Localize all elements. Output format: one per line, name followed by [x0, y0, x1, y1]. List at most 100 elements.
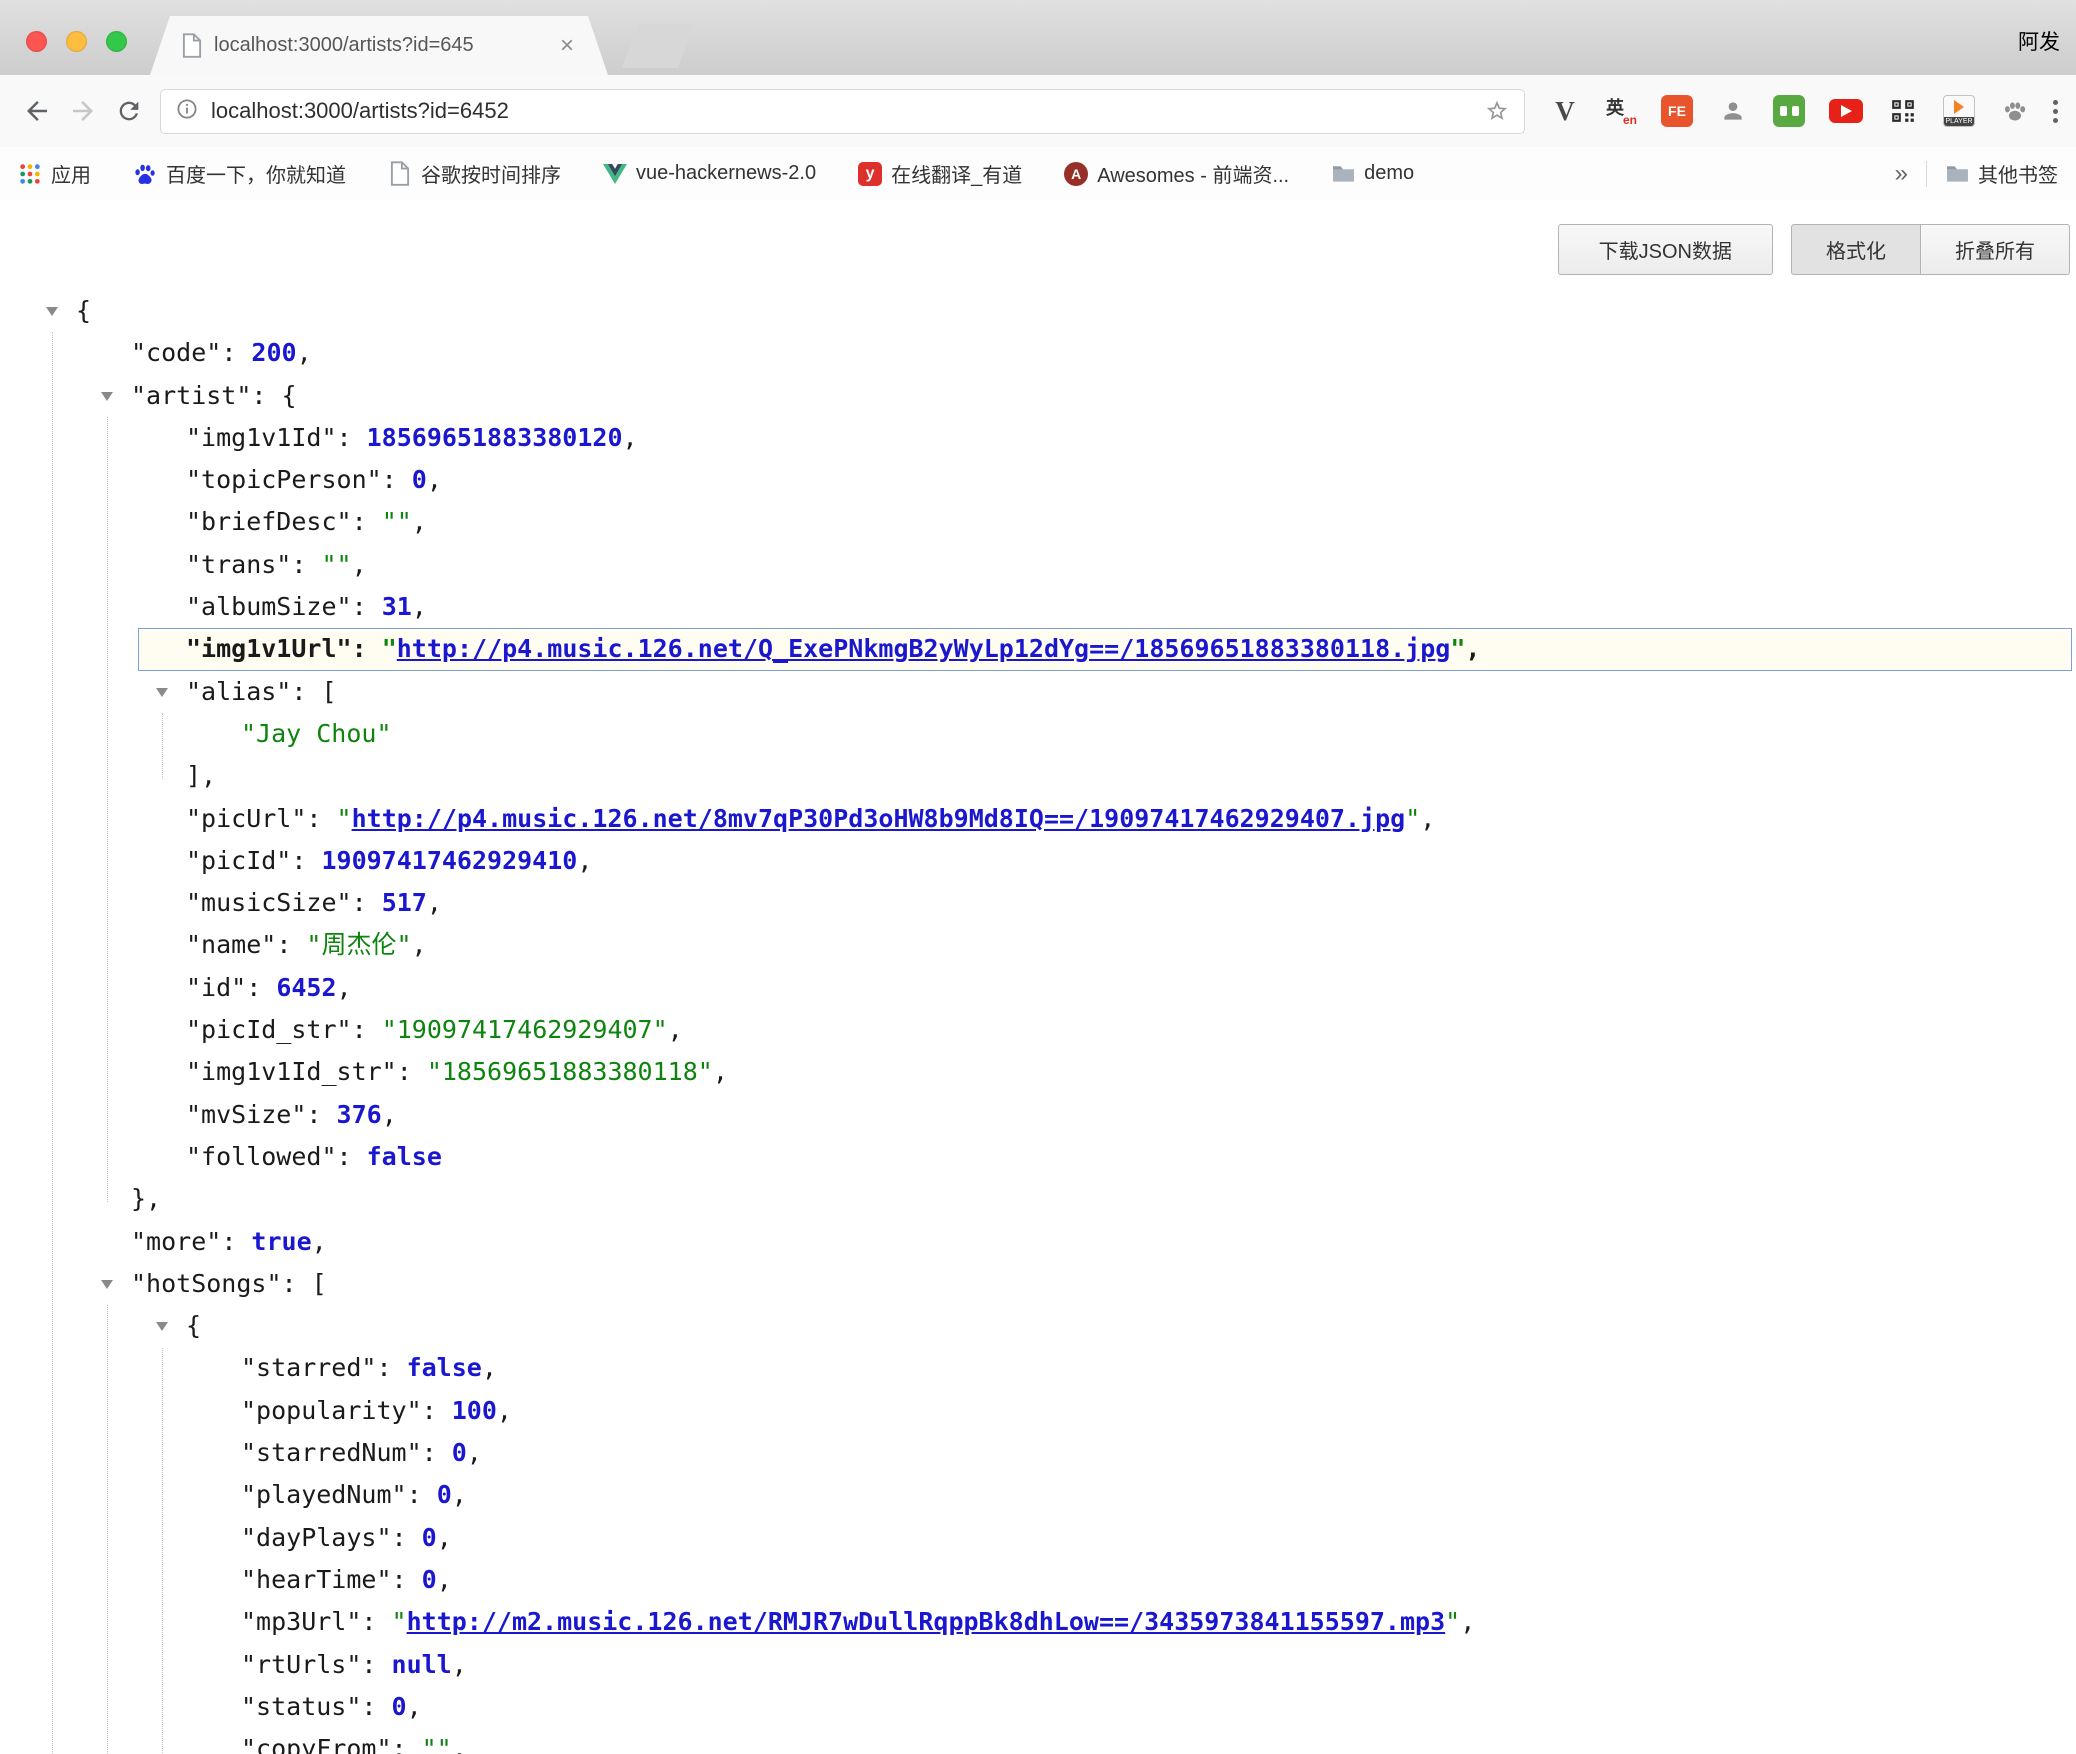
browser-tab[interactable]: localhost:3000/artists?id=645 ×: [150, 16, 608, 75]
json-token: :: [251, 381, 281, 410]
json-token: "img1v1Url": [186, 634, 352, 663]
json-token: :: [376, 1353, 406, 1382]
json-token: "picUrl": [186, 804, 306, 833]
json-url-link[interactable]: http://m2.music.126.net/RMJR7wDullRqppBk…: [407, 1607, 1446, 1636]
json-token: ,: [412, 592, 427, 621]
youdao-icon: y: [858, 162, 882, 186]
json-token: ,: [1460, 1607, 1475, 1636]
json-token: ,: [407, 1692, 422, 1721]
json-line: "playedNum": 0,: [0, 1474, 2076, 1516]
json-token: "hearTime": [241, 1565, 392, 1594]
user-extension-icon[interactable]: [1717, 95, 1749, 127]
tab-close-button[interactable]: ×: [560, 34, 574, 58]
youtube-extension-icon[interactable]: [1829, 99, 1863, 123]
download-json-button[interactable]: 下载JSON数据: [1558, 224, 1773, 275]
bookmark-item[interactable]: 应用: [18, 159, 91, 188]
back-button[interactable]: [14, 88, 60, 134]
new-tab-button[interactable]: [622, 24, 694, 68]
fehelper-extension-icon[interactable]: FE: [1661, 95, 1693, 127]
json-url-link[interactable]: http://p4.music.126.net/8mv7qP30Pd3oHW8b…: [352, 804, 1406, 833]
tab-favicon-page-icon: [182, 33, 202, 58]
json-line: "code": 200,: [0, 332, 2076, 374]
bookmark-star-icon[interactable]: [1484, 98, 1510, 124]
tampermonkey-extension-icon[interactable]: [1773, 95, 1805, 127]
json-token: "briefDesc": [186, 507, 352, 536]
bookmark-item[interactable]: vue-hackernews-2.0: [603, 162, 816, 186]
bookmarks-bar: 应用 百度一下，你就知道 谷歌按时间排序 vue-hackernews-2.0 y 在线翻…: [0, 147, 2076, 200]
json-token: 0: [452, 1438, 467, 1467]
window-controls: [26, 31, 127, 52]
bookmark-item[interactable]: y 在线翻译_有道: [858, 159, 1022, 188]
json-line: "rtUrls": null,: [0, 1644, 2076, 1686]
json-token: :: [361, 1607, 391, 1636]
reload-button[interactable]: [106, 88, 152, 134]
json-url-link[interactable]: http://p4.music.126.net/Q_ExePNkmgB2yWyL…: [397, 634, 1451, 663]
bookmark-item[interactable]: 百度一下，你就知道: [133, 159, 346, 188]
format-button[interactable]: 格式化: [1791, 224, 1920, 275]
browser-menu-button[interactable]: [2049, 96, 2062, 127]
forward-button[interactable]: [60, 88, 106, 134]
other-bookmarks-label: 其他书签: [1978, 159, 2058, 188]
json-token: ,: [577, 846, 592, 875]
json-line: "hearTime": 0,: [0, 1559, 2076, 1601]
json-token: {: [282, 381, 297, 410]
bookmarks-right-group: » 其他书签: [1895, 159, 2058, 188]
json-token: [: [312, 1269, 327, 1298]
json-line: "copyFrom": "",: [0, 1728, 2076, 1754]
collapse-all-button[interactable]: 折叠所有: [1920, 224, 2070, 275]
json-token: ,: [412, 930, 427, 959]
json-token: "dayPlays": [241, 1523, 392, 1552]
json-line: "Jay Chou": [0, 713, 2076, 755]
json-line: "img1v1Url": "http://p4.music.126.net/Q_…: [0, 628, 2076, 670]
bookmarks-overflow-chevron[interactable]: »: [1895, 160, 1908, 188]
bookmark-item[interactable]: AAwesomes - 前端资...: [1064, 159, 1289, 188]
json-token: [: [321, 677, 336, 706]
page-info-icon[interactable]: [175, 97, 199, 126]
json-token: "code": [131, 338, 221, 367]
vimium-extension-icon[interactable]: V: [1549, 95, 1581, 127]
qrcode-extension-icon[interactable]: [1887, 95, 1919, 127]
minimize-window-button[interactable]: [66, 31, 87, 52]
json-token: 0: [422, 1523, 437, 1552]
json-line: "img1v1Id": 18569651883380120,: [0, 417, 2076, 459]
player-extension-icon[interactable]: PLAYER: [1943, 95, 1975, 127]
json-token: 0: [437, 1480, 452, 1509]
fullscreen-window-button[interactable]: [106, 31, 127, 52]
json-token: ": [1405, 804, 1420, 833]
translate-extension-icon[interactable]: 英en: [1605, 95, 1637, 127]
json-token: "musicSize": [186, 888, 352, 917]
json-line: "artist": {: [0, 375, 2076, 417]
json-token: "": [321, 550, 351, 579]
close-window-button[interactable]: [26, 31, 47, 52]
bookmark-item[interactable]: demo: [1331, 162, 1414, 186]
json-token: "name": [186, 930, 276, 959]
bookmark-label: 在线翻译_有道: [891, 159, 1022, 188]
json-token: "copyFrom": [241, 1734, 392, 1754]
json-token: :: [221, 1227, 251, 1256]
profile-name[interactable]: 阿发: [2018, 26, 2060, 56]
json-line: {: [0, 1305, 2076, 1347]
json-token: ,: [427, 465, 442, 494]
bookmark-item[interactable]: 谷歌按时间排序: [388, 159, 561, 188]
json-token: null: [392, 1650, 452, 1679]
json-token: false: [407, 1353, 482, 1382]
address-bar[interactable]: localhost:3000/artists?id=6452: [160, 89, 1525, 134]
json-token: {: [186, 1311, 201, 1340]
folder-icon: [1945, 162, 1969, 186]
json-tree: { "code": 200,"artist": {"img1v1Id": 1856…: [0, 290, 2076, 1754]
json-token: "id": [186, 973, 246, 1002]
json-line: "followed": false: [0, 1136, 2076, 1178]
json-token: :: [306, 804, 336, 833]
json-token: "": [382, 507, 412, 536]
json-line: "mp3Url": "http://m2.music.126.net/RMJR7…: [0, 1601, 2076, 1643]
json-line: "mvSize": 376,: [0, 1094, 2076, 1136]
json-token: ,: [437, 1565, 452, 1594]
json-token: ,: [352, 550, 367, 579]
json-token: :: [337, 423, 367, 452]
json-token: ,: [623, 423, 638, 452]
json-token: "Jay Chou": [241, 719, 392, 748]
other-bookmarks-folder[interactable]: 其他书签: [1945, 159, 2058, 188]
json-token: "img1v1Id_str": [186, 1057, 397, 1086]
paw-extension-icon[interactable]: [1999, 95, 2031, 127]
json-token: ,: [1465, 634, 1480, 663]
